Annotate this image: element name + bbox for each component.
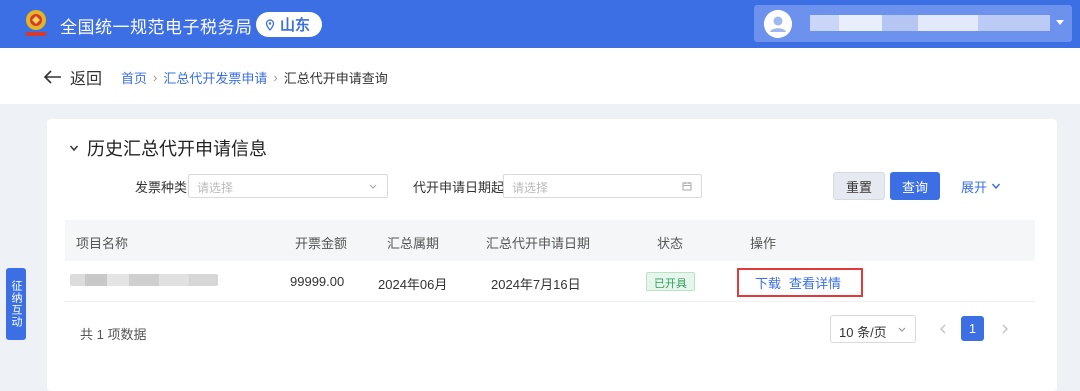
col-apply-date: 汇总代开申请日期 (486, 236, 591, 251)
breadcrumb-home[interactable]: 首页 (121, 68, 147, 87)
download-link[interactable]: 下载 (755, 273, 781, 292)
region-selector[interactable]: 山东 (256, 12, 323, 37)
table-header: 项目名称 开票金额 汇总属期 汇总代开申请日期 状态 操作 (65, 220, 1035, 261)
col-amount: 开票金额 (295, 236, 348, 251)
cell-period: 2024年06月 (378, 277, 448, 292)
breadcrumb-summary-invoice[interactable]: 汇总代开发票申请 (163, 68, 267, 87)
section-header[interactable]: 历史汇总代开申请信息 (69, 135, 267, 161)
next-page-icon[interactable] (995, 319, 1015, 339)
chevron-down-icon (898, 327, 906, 332)
expand-button[interactable]: 展开 (960, 172, 1002, 200)
breadcrumb-bar: 返回 首页 › 汇总代开发票申请 › 汇总代开申请查询 (0, 48, 1080, 104)
chevron-down-icon (69, 145, 79, 152)
tax-emblem-icon (26, 10, 46, 36)
back-button[interactable]: 返回 (44, 65, 102, 89)
site-title: 全国统一规范电子税务局 (60, 18, 253, 37)
date-from-picker[interactable]: 请选择 (503, 174, 702, 198)
chevron-down-icon (991, 183, 1001, 190)
cell-amount: 99999.00 (290, 274, 345, 289)
col-project-name: 项目名称 (76, 236, 129, 251)
invoice-type-select[interactable]: 请选择 (188, 174, 388, 198)
view-details-link[interactable]: 查看详情 (789, 273, 841, 292)
arrow-left-icon (44, 70, 61, 84)
breadcrumb-separator: › (153, 70, 158, 85)
location-pin-icon (265, 18, 275, 31)
prev-page-icon[interactable] (933, 319, 953, 339)
cell-apply-date: 2024年7月16日 (491, 277, 581, 292)
status-badge: 已开具 (646, 272, 695, 291)
total-count: 共 1 项数据 (80, 327, 147, 342)
calendar-icon (682, 182, 692, 191)
section-title: 历史汇总代开申请信息 (87, 139, 267, 159)
interaction-side-tab[interactable]: 征纳互动 (6, 268, 26, 340)
chevron-down-icon (369, 184, 377, 189)
invoice-type-placeholder: 请选择 (197, 181, 234, 195)
region-label: 山东 (280, 17, 311, 34)
project-name-redacted (70, 274, 218, 286)
user-menu[interactable] (754, 5, 1072, 42)
breadcrumb-current: 汇总代开申请查询 (283, 71, 388, 86)
back-label: 返回 (70, 71, 103, 88)
query-button[interactable]: 查询 (890, 172, 940, 200)
reset-button[interactable]: 重置 (833, 172, 885, 200)
page-size-select[interactable]: 10 条/页 (830, 315, 916, 343)
invoice-type-label: 发票种类 (135, 180, 188, 195)
top-header: 全国统一规范电子税务局 山东 (0, 0, 1080, 48)
expand-label: 展开 (960, 179, 987, 195)
col-actions: 操作 (750, 236, 777, 251)
page-1-button[interactable]: 1 (961, 316, 984, 341)
caret-down-icon (1056, 20, 1064, 25)
actions-cell: 下载 查看详情 (737, 268, 863, 297)
breadcrumb-separator: › (273, 70, 278, 85)
main-card: 历史汇总代开申请信息 发票种类 请选择 代开申请日期起 请选择 重置 查询 展开… (47, 119, 1057, 391)
col-status: 状态 (657, 236, 684, 251)
page-size-value: 10 条/页 (839, 325, 887, 340)
date-from-label: 代开申请日期起 (413, 180, 505, 195)
breadcrumb: 首页 › 汇总代开发票申请 › 汇总代开申请查询 (121, 68, 388, 87)
table-row: 99999.00 2024年06月 2024年7月16日 已开具 下载 查看详情 (65, 261, 1035, 302)
col-period: 汇总属期 (387, 236, 440, 251)
date-from-placeholder: 请选择 (512, 181, 549, 195)
user-name-redacted (810, 15, 1050, 31)
user-avatar-icon (764, 10, 792, 38)
